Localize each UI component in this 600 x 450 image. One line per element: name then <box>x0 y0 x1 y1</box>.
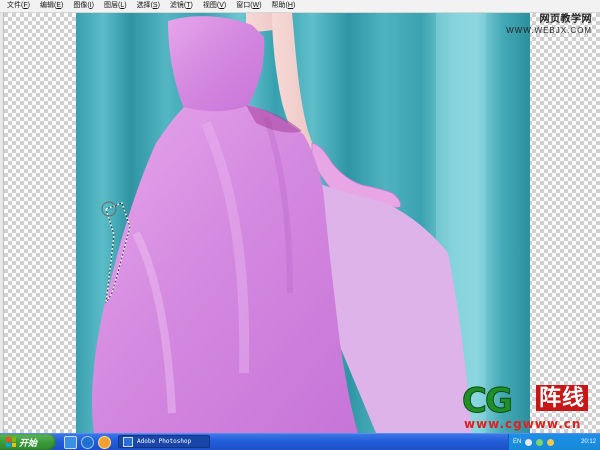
clock: 20:12 <box>580 439 596 445</box>
photoshop-icon <box>123 436 133 447</box>
taskbar: 开始 Adobe Photoshop EN 20:12 <box>0 433 600 450</box>
internet-explorer-icon[interactable] <box>81 436 94 449</box>
media-player-icon[interactable] <box>98 436 111 449</box>
language-indicator[interactable]: EN <box>513 439 521 445</box>
watermark-webjx: 网页教学网 WWW.WEBJX.COM <box>506 14 592 36</box>
menu-image[interactable]: 图像(I) <box>68 0 99 12</box>
menu-filter[interactable]: 滤镜(T) <box>165 0 198 12</box>
menu-file[interactable]: 文件(F) <box>2 0 35 12</box>
menu-layer[interactable]: 图层(L) <box>99 0 132 12</box>
start-label: 开始 <box>19 437 38 448</box>
task-label: Adobe Photoshop <box>137 438 192 445</box>
watermark-cg-han: 阵线 <box>536 385 589 411</box>
brush-cursor <box>101 201 117 217</box>
menu-edit[interactable]: 编辑(E) <box>35 0 68 12</box>
watermark-url: WWW.WEBJX.COM <box>506 26 592 35</box>
workspace-canvas-area[interactable] <box>0 13 600 433</box>
menu-bar: 文件(F) 编辑(E) 图像(I) 图层(L) 选择(S) 滤镜(T) 视图(V… <box>0 0 600 13</box>
menu-help[interactable]: 帮助(H) <box>267 0 301 12</box>
quick-launch <box>64 436 111 449</box>
volume-icon[interactable] <box>525 438 533 446</box>
taskbar-photoshop-button[interactable]: Adobe Photoshop <box>118 435 210 448</box>
show-desktop-icon[interactable] <box>64 436 77 449</box>
image-document[interactable] <box>76 13 530 433</box>
watermark-cg: CG 阵线 www.cgwww.cn <box>460 383 600 433</box>
security-icon[interactable] <box>547 438 555 446</box>
menu-select[interactable]: 选择(S) <box>132 0 165 12</box>
photo-artwork <box>91 13 486 433</box>
watermark-cg-letters: CG <box>462 381 514 421</box>
menu-window[interactable]: 窗口(W) <box>231 0 266 12</box>
menu-view[interactable]: 视图(V) <box>198 0 231 12</box>
system-tray: EN 20:12 <box>508 434 600 450</box>
start-button[interactable]: 开始 <box>0 434 56 450</box>
windows-flag-icon <box>6 437 16 447</box>
toolbox-edge <box>0 13 4 433</box>
dress-bodice <box>168 16 265 113</box>
watermark-title: 网页教学网 <box>539 14 592 25</box>
network-icon[interactable] <box>536 438 544 446</box>
watermark-cg-url: www.cgwww.cn <box>464 417 582 431</box>
